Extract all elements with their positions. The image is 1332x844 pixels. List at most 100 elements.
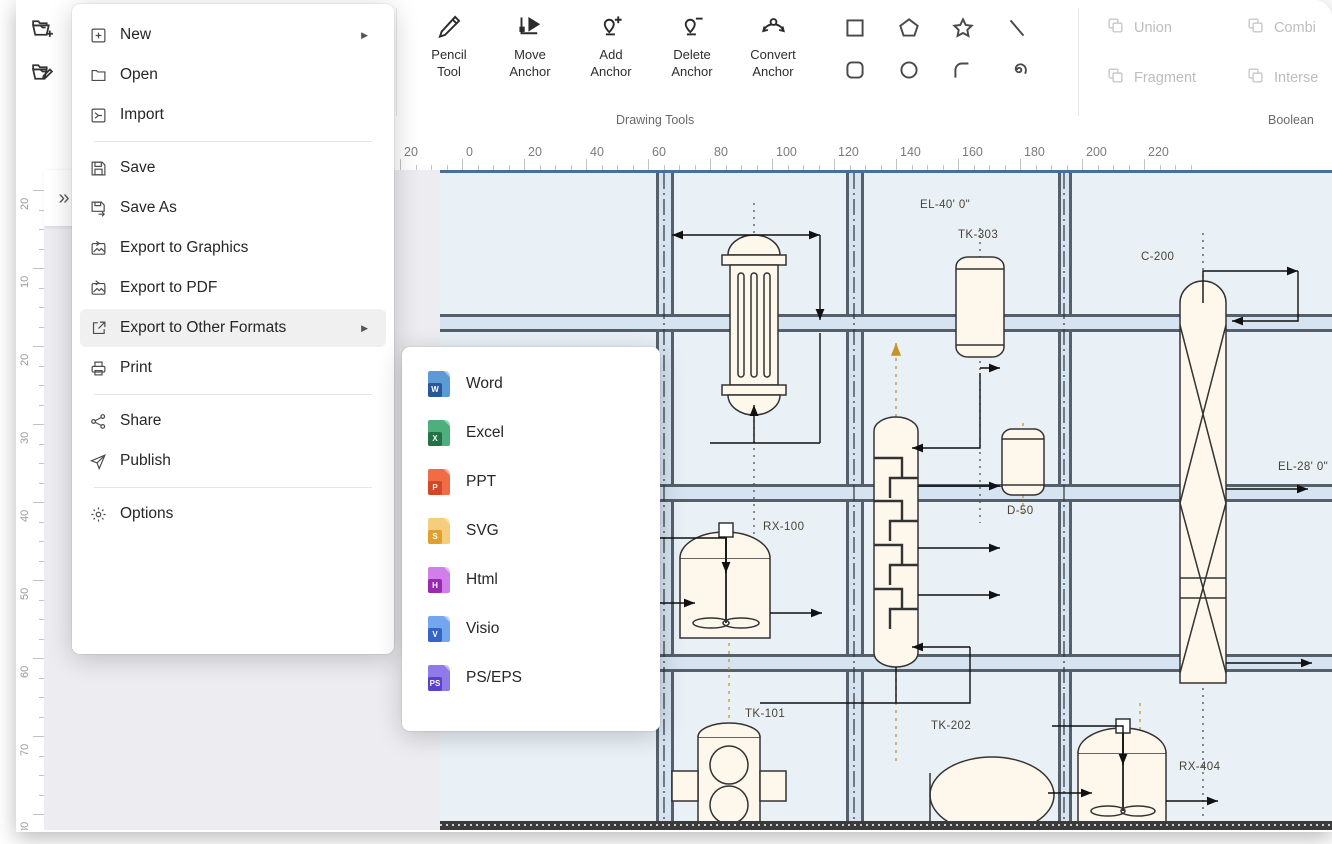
vruler-major-tick <box>33 502 44 503</box>
export-item-ps-eps[interactable]: PS PS/EPS <box>402 653 660 702</box>
menu-item-label: Share <box>120 412 162 429</box>
tool-delete-anchor[interactable]: Delete Anchor <box>653 6 731 80</box>
menu-item-export-to-graphics[interactable]: Export to Graphics <box>80 229 386 267</box>
menu-item-print[interactable]: Print <box>80 349 386 387</box>
edit-document-icon[interactable] <box>20 50 64 94</box>
menu-item-new[interactable]: New ▶ <box>80 16 386 54</box>
tool-label-line1: Pencil <box>431 47 467 62</box>
ruler-label: 120 <box>838 145 859 159</box>
ruler-major-tick <box>772 159 773 170</box>
new-document-icon[interactable] <box>20 6 64 50</box>
equipment-tag: TK-202 <box>931 720 972 732</box>
menu-item-share[interactable]: Share <box>80 402 386 440</box>
ruler-label: 140 <box>900 145 921 159</box>
menu-item-label: Options <box>120 505 174 522</box>
shape-circle[interactable] <box>888 50 930 90</box>
ruler-major-tick <box>958 159 959 170</box>
excel-file-icon: X <box>428 419 466 446</box>
shape-spiral[interactable] <box>996 50 1038 90</box>
vruler-label: 60 <box>19 665 31 678</box>
shape-star[interactable] <box>942 8 984 48</box>
menu-item-publish[interactable]: Publish <box>80 442 386 480</box>
tool-add-anchor[interactable]: Add Anchor <box>572 6 650 80</box>
tool-label-line2: Anchor <box>509 64 551 79</box>
tool-label-line2: Anchor <box>671 64 713 79</box>
vruler-label: 70 <box>19 743 31 756</box>
export-item-ppt[interactable]: P PPT <box>402 457 660 506</box>
equipment-tag: RX-100 <box>763 521 805 533</box>
vruler-major-tick <box>33 580 44 581</box>
ruler-major-tick <box>586 159 587 170</box>
shape-arc[interactable] <box>942 50 984 90</box>
boolean-label: Interse <box>1274 69 1319 86</box>
menu-item-open[interactable]: Open <box>80 56 386 94</box>
tool-pencil[interactable]: Pencil Tool <box>410 6 488 80</box>
menu-separator <box>94 141 372 142</box>
export-item-excel[interactable]: X Excel <box>402 408 660 457</box>
ruler-label: 220 <box>1148 145 1169 159</box>
ruler-label: 0 <box>466 145 473 159</box>
import-icon <box>90 107 120 124</box>
boolean-union: Union <box>1106 16 1172 39</box>
export-item-label: Word <box>466 374 503 392</box>
vruler-major-tick <box>33 268 44 269</box>
options-icon <box>90 506 120 523</box>
export-item-word[interactable]: W Word <box>402 359 660 408</box>
vruler-major-tick <box>33 736 44 737</box>
export-formats-submenu[interactable]: W Word X Excel P PPT S SVG H Html V Visio PS PS/EPS <box>402 347 660 731</box>
ruler-major-tick <box>1144 159 1145 170</box>
menu-item-save-as[interactable]: Save As <box>80 189 386 227</box>
equipment-tag: TK-101 <box>745 708 786 720</box>
menu-item-options[interactable]: Options <box>80 495 386 533</box>
union-icon <box>1106 16 1125 39</box>
tool-label-line2: Anchor <box>590 64 632 79</box>
application-window: Pencil Tool Move Anchor Add Anchor Delete Ancho… <box>16 0 1332 830</box>
svg-file-icon: S <box>428 517 466 544</box>
ruler-label: 20 <box>528 145 542 159</box>
ruler-label: 40 <box>590 145 604 159</box>
tool-move-anchor[interactable]: Move Anchor <box>491 6 569 80</box>
tool-label-line1: Move <box>514 47 546 62</box>
shape-pentagon[interactable] <box>888 8 930 48</box>
shape-line[interactable] <box>996 8 1038 48</box>
boolean-fragment: Fragment <box>1106 66 1196 89</box>
vruler-major-tick <box>33 658 44 659</box>
vruler-label: 40 <box>19 509 31 522</box>
ruler-label: 60 <box>652 145 666 159</box>
equipment-tag: EL-40' 0" <box>920 199 971 211</box>
export-item-visio[interactable]: V Visio <box>402 604 660 653</box>
tool-convert-anchor[interactable]: Convert Anchor <box>734 6 812 80</box>
menu-item-import[interactable]: Import <box>80 96 386 134</box>
shape-rounded-square[interactable] <box>834 50 876 90</box>
vertical-ruler[interactable]: 20 10 20 30 40 50 60 70 80 <box>16 170 45 830</box>
menu-item-label: Import <box>120 106 164 123</box>
ruler-major-tick <box>524 159 525 170</box>
equipment-tag: TK-303 <box>958 229 999 241</box>
tool-label-line1: Delete <box>673 47 711 62</box>
boolean-label: Fragment <box>1134 69 1197 86</box>
equipment-tag: D-50 <box>1007 505 1034 517</box>
ruler-major-tick <box>1082 159 1083 170</box>
boolean-group-label: Boolean <box>1268 113 1314 127</box>
file-menu[interactable]: New ▶ Open Import Save Save As Export to Graph… <box>72 4 394 654</box>
shape-square[interactable] <box>834 8 876 48</box>
pencil-icon <box>410 6 488 46</box>
export-item-html[interactable]: H Html <box>402 555 660 604</box>
fragment-icon <box>1106 66 1125 89</box>
vruler-label: 10 <box>19 275 31 288</box>
menu-item-label: Export to Graphics <box>120 239 249 256</box>
menu-item-label: Save As <box>120 199 177 216</box>
menu-item-export-to-pdf[interactable]: Export to PDF <box>80 269 386 307</box>
ruler-label: 20 <box>404 145 418 159</box>
export-item-svg[interactable]: S SVG <box>402 506 660 555</box>
equipment-tag: C-200 <box>1141 251 1175 263</box>
ruler-major-tick <box>400 159 401 170</box>
menu-item-export-to-other-formats[interactable]: Export to Other Formats ▶ <box>80 309 386 347</box>
intersect-icon <box>1246 66 1265 89</box>
menu-separator <box>94 394 372 395</box>
visio-file-icon: V <box>428 615 466 642</box>
menu-item-label: Open <box>120 66 158 83</box>
combine-icon <box>1246 16 1265 39</box>
menu-item-save[interactable]: Save <box>80 149 386 187</box>
vruler-label: 30 <box>19 431 31 444</box>
